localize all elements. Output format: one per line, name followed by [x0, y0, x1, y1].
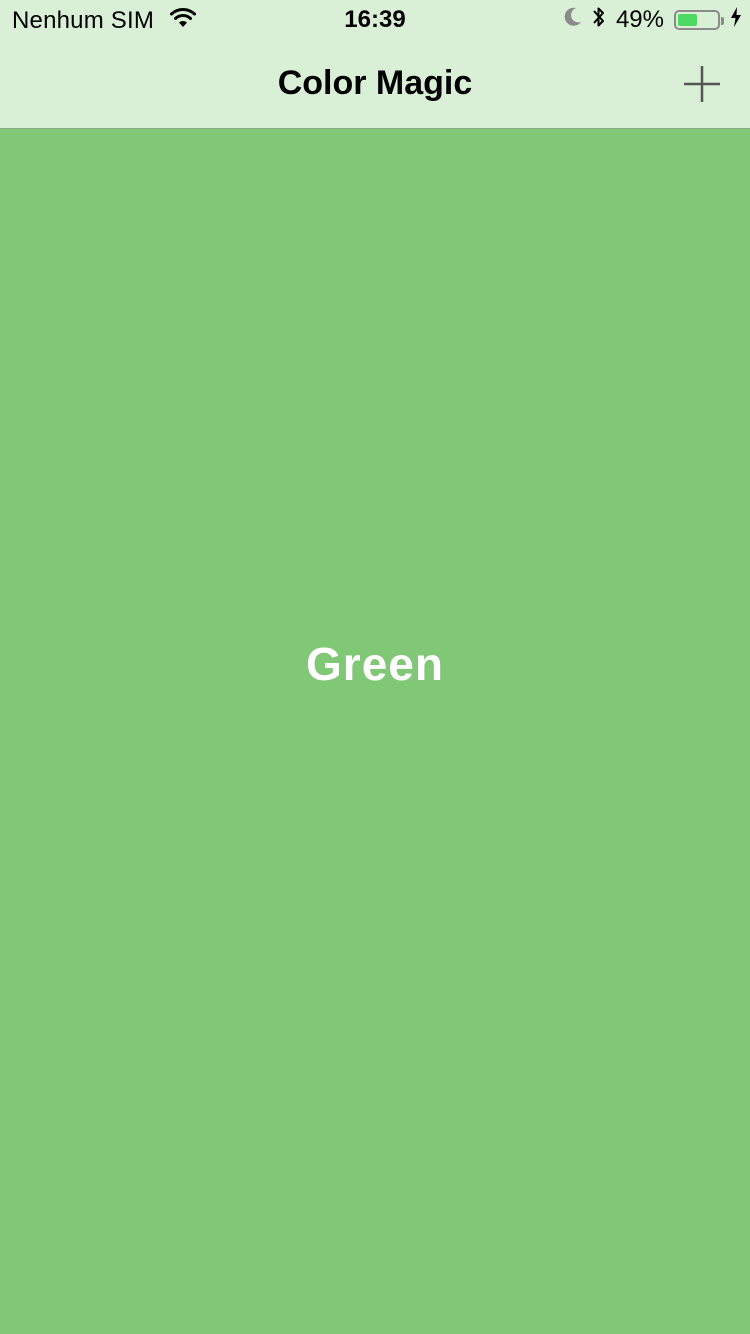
battery-percent: 49%: [615, 6, 664, 33]
battery-fill: [678, 14, 697, 26]
plus-icon: [684, 66, 720, 102]
bluetooth-icon: [592, 5, 606, 36]
moon-icon: [564, 6, 582, 34]
battery-icon: [674, 10, 724, 30]
battery-nub: [721, 17, 724, 25]
charging-bolt-icon: [730, 6, 742, 34]
add-button[interactable]: [678, 60, 726, 108]
color-name-label: Green: [306, 638, 444, 690]
color-screen: Nenhum SIM 16:39 49% Color Magic Green: [0, 0, 750, 1334]
page-title: Color Magic: [277, 64, 473, 102]
top-bar: Nenhum SIM 16:39 49% Color Magic: [0, 0, 750, 129]
status-bar: Nenhum SIM 16:39 49%: [0, 0, 750, 40]
status-right-group: 49%: [564, 6, 742, 34]
nav-bar: Color Magic: [0, 40, 750, 128]
